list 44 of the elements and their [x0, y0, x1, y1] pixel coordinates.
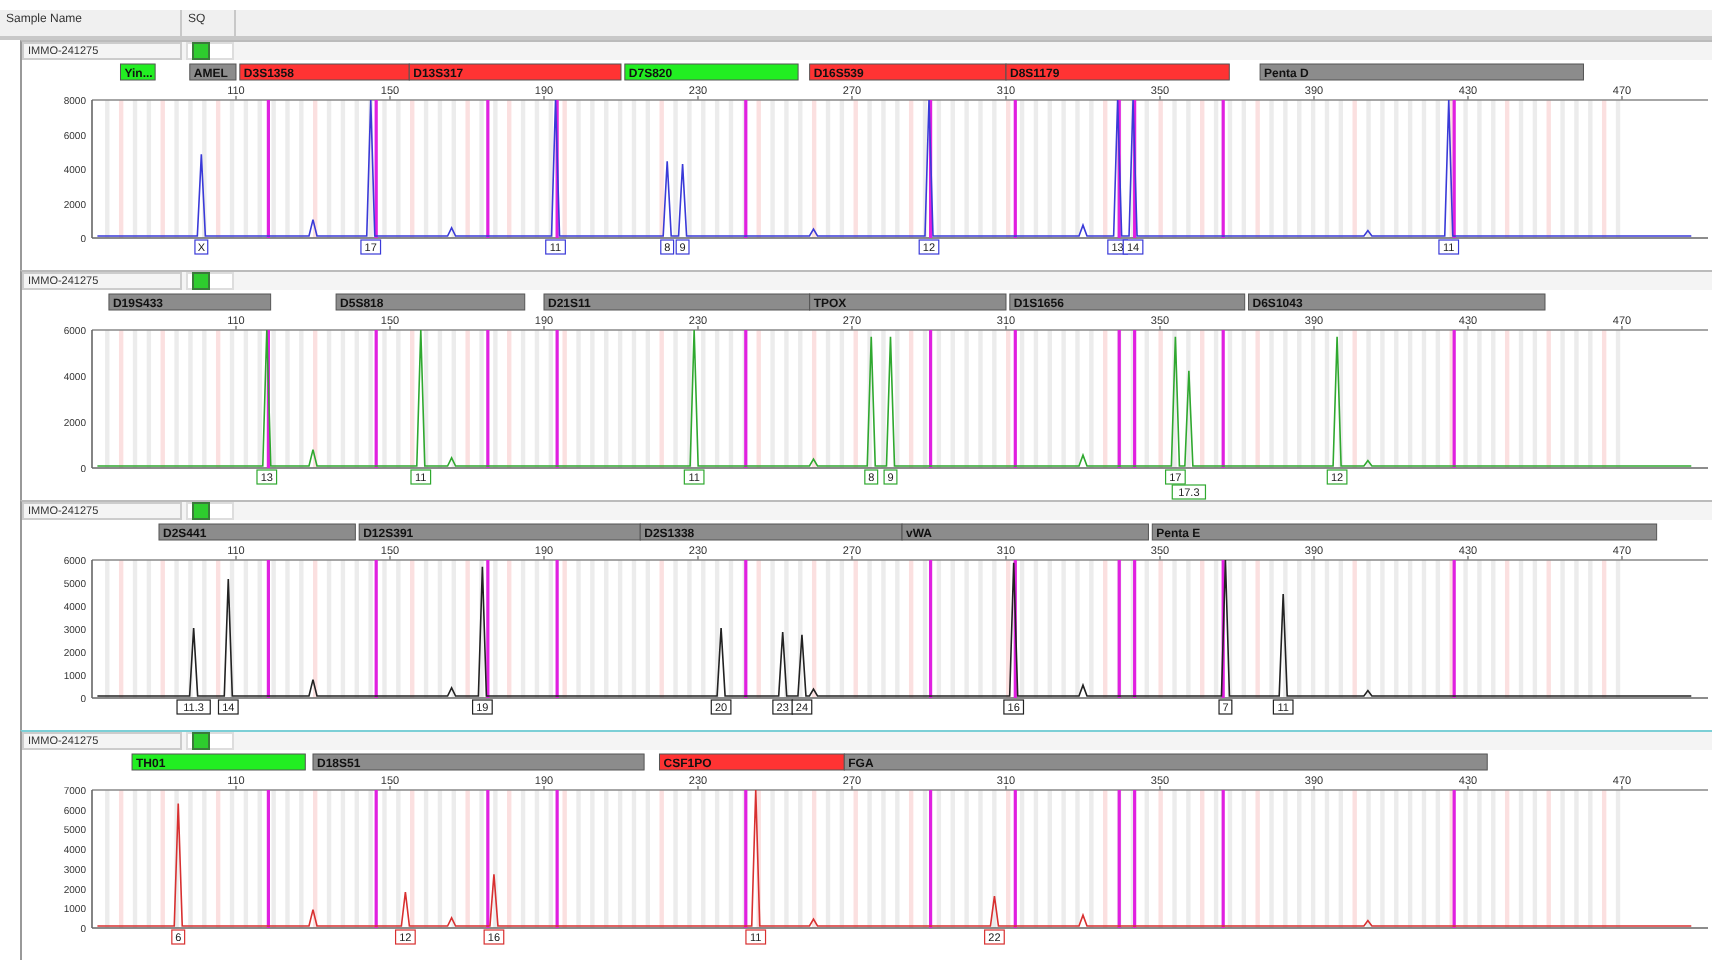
ladder-line: [1013, 100, 1017, 238]
ladder-line: [1133, 790, 1137, 928]
ladder-line: [374, 330, 378, 468]
ladder-line: [1117, 560, 1121, 698]
ladder-line: [374, 560, 378, 698]
ladder-line: [744, 790, 748, 928]
ladder-line: [486, 330, 490, 468]
ladder-line: [929, 100, 933, 238]
ladder-line: [1221, 330, 1225, 468]
ladder-line: [555, 560, 559, 698]
ladder-line: [555, 330, 559, 468]
ladder-line: [555, 790, 559, 928]
ladder-line: [1013, 330, 1017, 468]
ladder-line: [1452, 790, 1456, 928]
ladder-line: [374, 790, 378, 928]
ladder-line: [1133, 100, 1137, 238]
ladder-line: [486, 790, 490, 928]
ladder-line: [929, 330, 933, 468]
ladder-line: [1117, 330, 1121, 468]
ladder-line: [555, 100, 559, 238]
ladder-line: [374, 100, 378, 238]
ladder-line: [1013, 560, 1017, 698]
ladder-line: [266, 330, 270, 468]
ladder-line: [1013, 790, 1017, 928]
ladder-line: [266, 560, 270, 698]
ladder-line: [486, 100, 490, 238]
ladder-line: [1452, 100, 1456, 238]
ladder-line: [744, 330, 748, 468]
ladder-line: [1452, 330, 1456, 468]
ladder-line: [1117, 790, 1121, 928]
ladder-line: [929, 560, 933, 698]
ladder-line: [1452, 560, 1456, 698]
ladder-line: [486, 560, 490, 698]
ladder-line: [1133, 330, 1137, 468]
ladder-line: [1221, 100, 1225, 238]
ladder-line: [266, 790, 270, 928]
ladder-line: [1221, 790, 1225, 928]
ladder-line: [1117, 100, 1121, 238]
ladder-line: [744, 100, 748, 238]
ladder-line: [929, 790, 933, 928]
ladder-line: [1133, 560, 1137, 698]
ladder-line: [744, 560, 748, 698]
ladder-line: [266, 100, 270, 238]
ladder-line: [1221, 560, 1225, 698]
